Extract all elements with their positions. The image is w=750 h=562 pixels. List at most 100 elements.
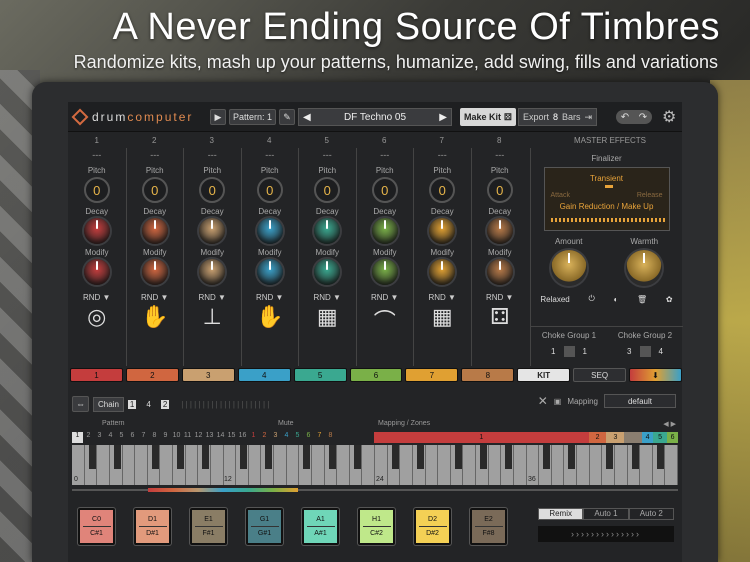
mute-number[interactable]: 2: [259, 432, 270, 443]
decay-knob[interactable]: [371, 218, 398, 244]
channel-sample-name[interactable]: ---: [92, 150, 101, 162]
mapping-select[interactable]: default: [604, 394, 676, 408]
palette-icon[interactable]: ✿: [666, 295, 673, 304]
piano-key[interactable]: [173, 445, 186, 485]
drum-pad-7[interactable]: D2 D#2: [414, 508, 451, 545]
pattern-number[interactable]: 15: [226, 432, 237, 443]
pattern-number[interactable]: 5: [116, 432, 127, 443]
drum-pad-5[interactable]: A1 A#1: [302, 508, 339, 545]
make-kit-button[interactable]: Make Kit ⚄: [460, 108, 516, 126]
piano-key[interactable]: [337, 445, 350, 485]
piano-key[interactable]: [640, 445, 653, 485]
pattern-number[interactable]: 4: [105, 432, 116, 443]
pattern-number[interactable]: 14: [215, 432, 226, 443]
channel-sample-name[interactable]: ---: [438, 150, 447, 162]
piano-key[interactable]: [564, 445, 577, 485]
piano-key[interactable]: [488, 445, 502, 485]
prev-kit-icon[interactable]: ◀: [303, 112, 311, 123]
pad-select-5[interactable]: 5: [293, 368, 347, 382]
piano-key[interactable]: [261, 445, 274, 485]
instrument-icon[interactable]: ⚃: [490, 304, 509, 330]
instrument-icon[interactable]: ▦: [317, 304, 338, 330]
channel-sample-name[interactable]: ---: [265, 150, 274, 162]
pattern-field[interactable]: Pattern: 1: [229, 109, 277, 125]
next-kit-icon[interactable]: ▶: [439, 112, 447, 123]
randomize-button[interactable]: RND ▼: [199, 293, 226, 302]
piano-key[interactable]: [400, 445, 413, 485]
mute-number[interactable]: 3: [270, 432, 281, 443]
piano-key[interactable]: [589, 445, 603, 485]
pitch-knob[interactable]: 0: [486, 177, 513, 203]
randomize-button[interactable]: RND ▼: [371, 293, 398, 302]
modify-knob[interactable]: [256, 259, 283, 285]
modify-knob[interactable]: [371, 259, 398, 285]
piano-key[interactable]: [551, 445, 565, 485]
zone-segment[interactable]: 5: [652, 432, 668, 443]
pattern-number[interactable]: 7: [138, 432, 149, 443]
amount-knob[interactable]: [550, 250, 587, 286]
piano-key[interactable]: [185, 445, 199, 485]
decay-knob[interactable]: [141, 218, 168, 244]
modify-knob[interactable]: [429, 259, 456, 285]
channel-sample-name[interactable]: ---: [150, 150, 159, 162]
piano-key[interactable]: [299, 445, 312, 485]
piano-key[interactable]: [652, 445, 666, 485]
auto2-tab[interactable]: Auto 2: [628, 508, 674, 520]
randomize-button[interactable]: RND ▼: [486, 293, 513, 302]
zone-segment[interactable]: [624, 432, 643, 443]
play-button[interactable]: ▶: [210, 109, 226, 125]
zone-segment[interactable]: 2: [588, 432, 607, 443]
piano-key[interactable]: [109, 445, 123, 485]
piano-key[interactable]: [349, 445, 363, 485]
trash-icon[interactable]: 🗑: [637, 295, 647, 304]
power-icon[interactable]: ⏻: [588, 294, 594, 304]
pad-select-2[interactable]: 2: [125, 368, 179, 382]
zone-segment[interactable]: 6: [667, 432, 678, 443]
mute-number[interactable]: 1: [248, 432, 259, 443]
pattern-number[interactable]: 11: [182, 432, 193, 443]
remix-tab[interactable]: Remix: [538, 508, 584, 520]
piano-key[interactable]: [311, 445, 325, 485]
piano-key[interactable]: [286, 445, 300, 485]
piano-key[interactable]: [602, 445, 615, 485]
pattern-number[interactable]: 9: [160, 432, 171, 443]
save-icon[interactable]: ▣: [554, 397, 562, 406]
drum-pad-6[interactable]: H1 C#2: [358, 508, 395, 545]
piano-key[interactable]: [97, 445, 110, 485]
piano-key[interactable]: [513, 445, 527, 485]
randomize-button[interactable]: RND ▼: [83, 293, 110, 302]
drum-pad-4[interactable]: G1 G#1: [246, 508, 283, 545]
mute-number[interactable]: 5: [292, 432, 303, 443]
modify-knob[interactable]: [199, 259, 226, 285]
piano-key[interactable]: [501, 445, 514, 485]
piano-key[interactable]: [135, 445, 148, 485]
seq-button[interactable]: SEQ: [573, 368, 627, 382]
auto1-tab[interactable]: Auto 1: [583, 508, 629, 520]
pad-select-7[interactable]: 7: [405, 368, 459, 382]
piano-key[interactable]: [425, 445, 439, 485]
instrument-icon[interactable]: ✋: [141, 304, 168, 330]
piano-key[interactable]: [539, 445, 552, 485]
pad-select-8[interactable]: 8: [461, 368, 515, 382]
piano-key[interactable]: [248, 445, 262, 485]
pitch-knob[interactable]: 0: [429, 177, 456, 203]
kit-button[interactable]: KIT: [517, 368, 571, 382]
warmth-knob[interactable]: [626, 250, 663, 286]
pitch-knob[interactable]: 0: [314, 177, 341, 203]
pattern-number[interactable]: 3: [94, 432, 105, 443]
instrument-icon[interactable]: ✋: [256, 304, 283, 330]
piano-key[interactable]: [198, 445, 211, 485]
download-icon[interactable]: ⬇: [629, 368, 682, 382]
decay-knob[interactable]: [199, 218, 226, 244]
tone-icon[interactable]: ◐: [613, 295, 618, 304]
pad-select-6[interactable]: 6: [349, 368, 403, 382]
drum-pad-8[interactable]: E2 F#8: [470, 508, 507, 545]
pitch-knob[interactable]: 0: [371, 177, 398, 203]
piano-key[interactable]: [665, 445, 678, 485]
zone-bar[interactable]: 123 456: [374, 432, 678, 443]
instrument-icon[interactable]: ▦: [432, 304, 453, 330]
channel-sample-name[interactable]: ---: [323, 150, 332, 162]
piano-key[interactable]: [236, 445, 249, 485]
remix-slider[interactable]: ››››››››››››››: [538, 526, 674, 542]
pattern-number[interactable]: 12: [193, 432, 204, 443]
